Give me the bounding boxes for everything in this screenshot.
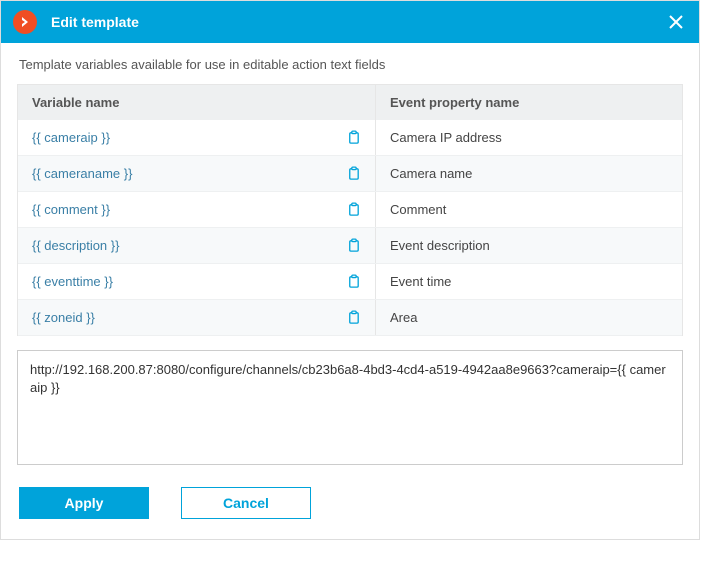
property-cell: Event description (376, 228, 682, 263)
table-row: {{ zoneid }} Area (18, 300, 682, 336)
copy-button[interactable] (346, 130, 361, 145)
edit-template-dialog: Edit template Template variables availab… (0, 0, 700, 540)
app-icon (13, 10, 37, 34)
copy-button[interactable] (346, 274, 361, 289)
property-name: Camera IP address (390, 130, 502, 145)
close-button[interactable] (665, 11, 687, 33)
dialog-title: Edit template (51, 14, 665, 30)
variable-cell: {{ description }} (18, 228, 376, 263)
table-row: {{ cameraname }} Camera name (18, 156, 682, 192)
property-name: Event time (390, 274, 451, 289)
dialog-content: Template variables available for use in … (1, 43, 699, 539)
table-row: {{ comment }} Comment (18, 192, 682, 228)
clipboard-icon (346, 130, 361, 145)
clipboard-icon (346, 202, 361, 217)
table-row: {{ eventtime }} Event time (18, 264, 682, 300)
header-variable-name: Variable name (18, 85, 376, 120)
variable-name: {{ zoneid }} (32, 310, 95, 325)
header-property-name: Event property name (376, 85, 682, 120)
copy-button[interactable] (346, 310, 361, 325)
variable-cell: {{ cameraip }} (18, 120, 376, 155)
property-name: Area (390, 310, 417, 325)
apply-button[interactable]: Apply (19, 487, 149, 519)
clipboard-icon (346, 166, 361, 181)
variable-cell: {{ eventtime }} (18, 264, 376, 299)
cancel-button[interactable]: Cancel (181, 487, 311, 519)
property-cell: Comment (376, 192, 682, 227)
titlebar: Edit template (1, 1, 699, 43)
variable-cell: {{ comment }} (18, 192, 376, 227)
variable-name: {{ comment }} (32, 202, 110, 217)
property-name: Event description (390, 238, 490, 253)
close-icon (669, 15, 683, 29)
table-header: Variable name Event property name (18, 85, 682, 120)
variable-name: {{ cameraip }} (32, 130, 110, 145)
variable-name: {{ eventtime }} (32, 274, 113, 289)
table-row: {{ cameraip }} Camera IP address (18, 120, 682, 156)
subtitle: Template variables available for use in … (17, 57, 683, 72)
variable-cell: {{ zoneid }} (18, 300, 376, 335)
property-cell: Event time (376, 264, 682, 299)
template-editor[interactable]: http://192.168.200.87:8080/configure/cha… (17, 350, 683, 465)
variable-name: {{ cameraname }} (32, 166, 132, 181)
property-cell: Camera IP address (376, 120, 682, 155)
variables-table: Variable name Event property name {{ cam… (17, 84, 683, 336)
chevron-right-icon (20, 17, 30, 27)
clipboard-icon (346, 310, 361, 325)
property-name: Comment (390, 202, 446, 217)
property-name: Camera name (390, 166, 472, 181)
copy-button[interactable] (346, 238, 361, 253)
clipboard-icon (346, 274, 361, 289)
property-cell: Camera name (376, 156, 682, 191)
property-cell: Area (376, 300, 682, 335)
button-row: Apply Cancel (17, 487, 683, 519)
variable-cell: {{ cameraname }} (18, 156, 376, 191)
copy-button[interactable] (346, 202, 361, 217)
variable-name: {{ description }} (32, 238, 119, 253)
clipboard-icon (346, 238, 361, 253)
table-row: {{ description }} Event description (18, 228, 682, 264)
copy-button[interactable] (346, 166, 361, 181)
